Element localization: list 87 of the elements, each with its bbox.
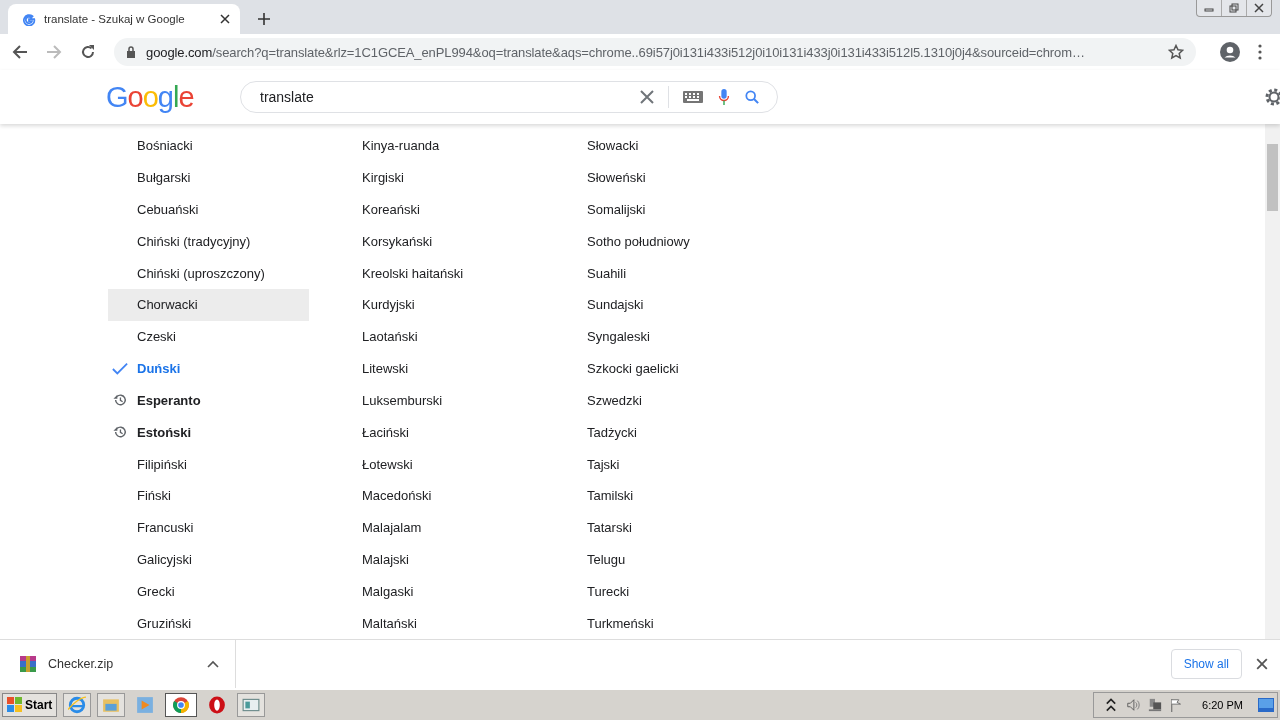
- language-option[interactable]: Tajski: [558, 448, 759, 480]
- language-option[interactable]: Chorwacki: [108, 289, 309, 321]
- language-option[interactable]: Tatarski: [558, 511, 759, 544]
- close-icon[interactable]: [220, 14, 230, 24]
- language-option[interactable]: Esperanto: [108, 384, 309, 417]
- language-option[interactable]: Słowacki: [558, 130, 759, 162]
- language-option[interactable]: Malgaski: [333, 575, 534, 608]
- language-option[interactable]: Kurdyjski: [333, 289, 534, 321]
- keyboard-icon[interactable]: [683, 91, 703, 103]
- language-option[interactable]: Szwedzki: [558, 384, 759, 417]
- chrome-icon[interactable]: [165, 693, 198, 717]
- language-option[interactable]: Kinya-ruanda: [333, 130, 534, 162]
- language-option[interactable]: Syngaleski: [558, 320, 759, 353]
- new-tab-icon[interactable]: [258, 13, 270, 25]
- language-option[interactable]: Macedoński: [333, 479, 534, 512]
- language-option[interactable]: Turecki: [558, 575, 759, 608]
- language-option[interactable]: Luksemburski: [333, 384, 534, 417]
- tab-title: translate - Szukaj w Google: [44, 13, 186, 25]
- language-option[interactable]: Malajalam: [333, 511, 534, 544]
- settings-icon[interactable]: [1264, 87, 1280, 107]
- windows-logo-icon: [7, 697, 23, 713]
- language-option[interactable]: Słoweński: [558, 161, 759, 194]
- google-logo[interactable]: Google: [106, 80, 240, 114]
- account-icon[interactable]: [1220, 42, 1240, 62]
- star-icon[interactable]: [1168, 44, 1184, 60]
- internet-explorer-icon[interactable]: [63, 693, 92, 717]
- clear-icon[interactable]: [640, 89, 654, 105]
- search-text: translate: [260, 89, 315, 105]
- language-option[interactable]: Estoński: [108, 416, 309, 449]
- language-option[interactable]: Sundajski: [558, 289, 759, 321]
- language-option[interactable]: Galicyjski: [108, 543, 309, 576]
- language-option[interactable]: Telugu: [558, 543, 759, 576]
- language-option[interactable]: Korsykański: [333, 225, 534, 258]
- search-icon[interactable]: [745, 89, 759, 105]
- language-option[interactable]: Bośniacki: [108, 130, 309, 162]
- language-option[interactable]: Turkmeński: [558, 607, 759, 639]
- reload-icon[interactable]: [80, 44, 96, 60]
- menu-icon[interactable]: [1258, 44, 1262, 60]
- language-option[interactable]: Łotewski: [333, 448, 534, 480]
- history-icon: [112, 425, 128, 440]
- start-button[interactable]: Start: [2, 693, 58, 717]
- lock-icon: [126, 46, 136, 58]
- clock[interactable]: 6:20 PM: [1202, 699, 1243, 711]
- language-option[interactable]: Duński: [108, 352, 309, 385]
- checkmark-icon: [112, 361, 128, 376]
- language-option[interactable]: Chiński (tradycyjny): [108, 225, 309, 258]
- microphone-icon[interactable]: [717, 89, 731, 105]
- close-icon: [1254, 3, 1264, 13]
- language-option[interactable]: Szkocki gaelicki: [558, 352, 759, 385]
- language-option[interactable]: Kreolski haitański: [333, 257, 534, 290]
- history-icon: [112, 393, 128, 408]
- language-option[interactable]: Sotho południowy: [558, 225, 759, 258]
- browser-tab[interactable]: translate - Szukaj w Google: [8, 4, 240, 34]
- language-option[interactable]: Kirgiski: [333, 161, 534, 194]
- close-icon[interactable]: [1256, 658, 1268, 670]
- language-option[interactable]: Czeski: [108, 320, 309, 353]
- language-option[interactable]: Grecki: [108, 575, 309, 608]
- scrollbar-thumb[interactable]: [1267, 144, 1278, 211]
- language-option[interactable]: Suahili: [558, 257, 759, 290]
- restore-icon: [1229, 3, 1239, 13]
- language-option[interactable]: Fiński: [108, 479, 309, 512]
- window-icon[interactable]: [237, 693, 266, 717]
- archive-icon: [20, 656, 36, 672]
- language-option[interactable]: Cebuański: [108, 193, 309, 226]
- language-option[interactable]: Francuski: [108, 511, 309, 544]
- address-bar[interactable]: google.com/search?q=translate&rlz=1C1GCEA_enPL994&oq=translate&aqs=chrome..69i57j0i131i433i512j0i10i131i433j0i131i433i512l5.1310j0j4&sourceid=chrom…: [114, 38, 1196, 66]
- language-option[interactable]: Łaciński: [333, 416, 534, 449]
- language-option[interactable]: Koreański: [333, 193, 534, 226]
- language-option[interactable]: Tamilski: [558, 479, 759, 512]
- google-g-icon: [22, 12, 36, 26]
- language-option[interactable]: Tadżycki: [558, 416, 759, 449]
- language-option[interactable]: Somalijski: [558, 193, 759, 226]
- language-option[interactable]: Chiński (uproszczony): [108, 257, 309, 290]
- network-icon[interactable]: [1148, 698, 1163, 712]
- show-desktop-icon[interactable]: [1257, 698, 1275, 712]
- language-option[interactable]: Litewski: [333, 352, 534, 385]
- language-option[interactable]: Gruziński: [108, 607, 309, 639]
- caret-icon[interactable]: [207, 660, 219, 668]
- language-option[interactable]: Filipiński: [108, 448, 309, 480]
- language-option[interactable]: Bułgarski: [108, 161, 309, 194]
- language-option[interactable]: Maltański: [333, 607, 534, 639]
- back-icon[interactable]: [12, 44, 28, 60]
- show-all-button[interactable]: Show all: [1170, 649, 1242, 679]
- speaker-icon[interactable]: [1126, 698, 1141, 712]
- language-option[interactable]: Laotański: [333, 320, 534, 353]
- language-option[interactable]: Malajski: [333, 543, 534, 576]
- url-text: google.com/search?q=translate&rlz=1C1GCEA_enPL994&oq=translate&aqs=chrome..69i57j0i131i433i512j0i10i131i433j0i131i433i512l5.1310j0j4&sourceid=chrom…: [146, 44, 1086, 60]
